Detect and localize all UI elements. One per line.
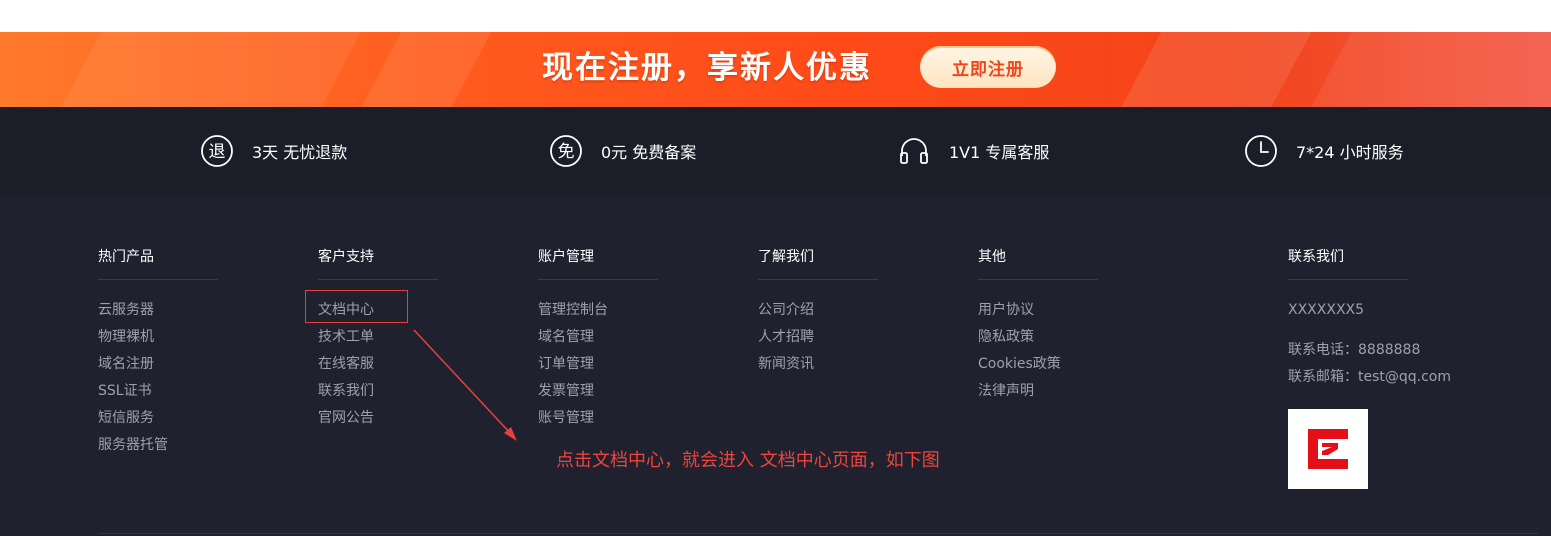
register-now-button[interactable]: 立即注册 xyxy=(920,46,1056,88)
footer-link[interactable]: 技术工单 xyxy=(318,324,518,351)
footer-link[interactable]: 域名管理 xyxy=(538,324,738,351)
column-title: 客户支持 xyxy=(318,249,374,265)
footer-column-other: 其他 用户协议 隐私政策 Cookies政策 法律声明 xyxy=(978,247,1178,405)
footer-link[interactable]: 在线客服 xyxy=(318,351,518,378)
feature-label: 1V1 专属客服 xyxy=(949,143,1050,162)
footer-link[interactable]: 公司介绍 xyxy=(758,297,958,324)
banner-decoration xyxy=(348,32,502,107)
column-divider xyxy=(1288,279,1408,280)
headset-icon xyxy=(897,134,931,168)
column-title: 了解我们 xyxy=(758,249,814,265)
clock-icon xyxy=(1244,134,1278,168)
feature-free-filing: 免 0元 免费备案 xyxy=(549,134,696,168)
footer-link[interactable]: Cookies政策 xyxy=(978,351,1178,378)
bottom-divider xyxy=(98,533,1538,534)
refund-icon: 退 xyxy=(200,134,234,168)
column-divider xyxy=(318,279,438,280)
footer-link[interactable]: 订单管理 xyxy=(538,351,738,378)
column-title: 其他 xyxy=(978,249,1006,265)
qr-code xyxy=(1288,409,1368,489)
feature-24h-service: 7*24 小时服务 xyxy=(1244,134,1404,168)
features-strip: 退 3天 无忧退款 免 0元 免费备案 1V1 专属客服 7*24 小时服务 xyxy=(0,107,1551,195)
column-title: 账户管理 xyxy=(538,249,594,265)
column-title: 热门产品 xyxy=(98,249,154,265)
feature-label: 7*24 小时服务 xyxy=(1296,143,1404,162)
contact-phone: 联系电话：8888888 xyxy=(1288,342,1421,358)
qr-logo-icon xyxy=(1308,429,1348,469)
footer-link[interactable]: 法律声明 xyxy=(978,378,1178,405)
footer-column-account-management: 账户管理 管理控制台 域名管理 订单管理 发票管理 账号管理 xyxy=(538,247,738,432)
top-whitespace xyxy=(0,0,1551,32)
column-divider xyxy=(758,279,878,280)
footer-link[interactable]: 人才招聘 xyxy=(758,324,958,351)
company-name: XXXXXXX5 xyxy=(1288,302,1365,318)
feature-label: 3天 无忧退款 xyxy=(252,143,348,162)
footer-link[interactable]: 管理控制台 xyxy=(538,297,738,324)
footer-link[interactable]: 域名注册 xyxy=(98,351,298,378)
footer-link[interactable]: 物理裸机 xyxy=(98,324,298,351)
footer-link[interactable]: 隐私政策 xyxy=(978,324,1178,351)
footer-link[interactable]: 服务器托管 xyxy=(98,432,298,459)
feature-label: 0元 免费备案 xyxy=(601,143,697,162)
footer-link[interactable]: 短信服务 xyxy=(98,405,298,432)
footer-link[interactable]: 新闻资讯 xyxy=(758,351,958,378)
footer-link[interactable]: 账号管理 xyxy=(538,405,738,432)
footer-column-hot-products: 热门产品 云服务器 物理裸机 域名注册 SSL证书 短信服务 服务器托管 xyxy=(98,247,298,459)
banner-decoration xyxy=(48,32,372,107)
banner-decoration xyxy=(1298,32,1551,107)
highlight-box xyxy=(305,290,408,323)
free-icon: 免 xyxy=(549,134,583,168)
link-list: 用户协议 隐私政策 Cookies政策 法律声明 xyxy=(978,297,1178,405)
footer-link[interactable]: SSL证书 xyxy=(98,378,298,405)
svg-text:退: 退 xyxy=(209,142,226,162)
annotation-text: 点击文档中心，就会进入 文档中心页面，如下图 xyxy=(556,450,940,471)
link-list: 公司介绍 人才招聘 新闻资讯 xyxy=(758,297,958,378)
svg-text:免: 免 xyxy=(558,142,575,162)
site-footer: 热门产品 云服务器 物理裸机 域名注册 SSL证书 短信服务 服务器托管 客户支… xyxy=(0,195,1551,536)
column-divider xyxy=(98,279,218,280)
link-list: 管理控制台 域名管理 订单管理 发票管理 账号管理 xyxy=(538,297,738,432)
column-divider xyxy=(538,279,658,280)
column-title: 联系我们 xyxy=(1288,249,1344,265)
feature-refund: 退 3天 无忧退款 xyxy=(200,134,347,168)
contact-email: 联系邮箱：test@qq.com xyxy=(1288,369,1452,385)
footer-link[interactable]: 官网公告 xyxy=(318,405,518,432)
feature-dedicated-service: 1V1 专属客服 xyxy=(897,134,1049,168)
footer-column-customer-support: 客户支持 文档中心 技术工单 在线客服 联系我们 官网公告 xyxy=(318,247,518,432)
banner-title: 现在注册，享新人优惠 xyxy=(542,50,872,86)
footer-link[interactable]: 发票管理 xyxy=(538,378,738,405)
column-divider xyxy=(978,279,1098,280)
footer-link[interactable]: 联系我们 xyxy=(318,378,518,405)
banner-decoration xyxy=(1108,32,1322,107)
promo-banner[interactable]: 现在注册，享新人优惠 立即注册 xyxy=(0,32,1551,107)
link-list: 云服务器 物理裸机 域名注册 SSL证书 短信服务 服务器托管 xyxy=(98,297,298,459)
footer-link[interactable]: 云服务器 xyxy=(98,297,298,324)
footer-link[interactable]: 用户协议 xyxy=(978,297,1178,324)
footer-column-about-us: 了解我们 公司介绍 人才招聘 新闻资讯 xyxy=(758,247,958,378)
footer-column-contact: 联系我们 XXXXXXX5 联系电话：8888888 联系邮箱：test@qq.… xyxy=(1288,247,1528,489)
